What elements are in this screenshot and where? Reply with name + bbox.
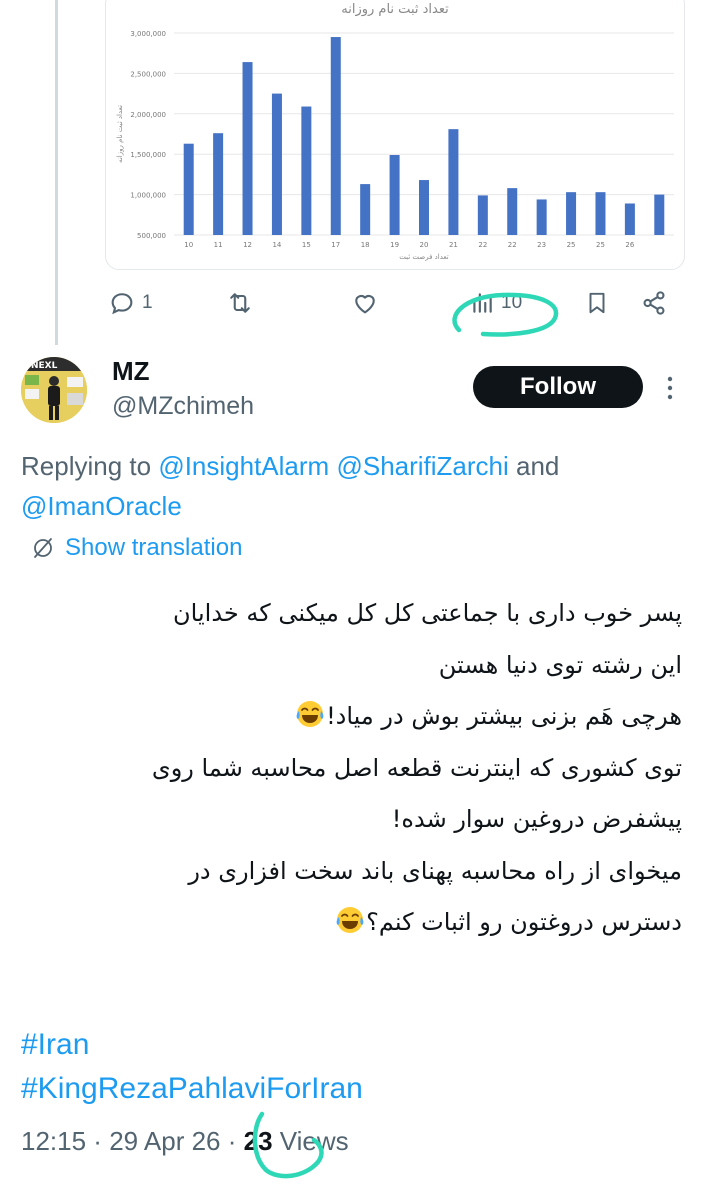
- bar: [595, 192, 606, 235]
- bar: [536, 199, 547, 235]
- tweet-line: توی کشوری که اینترنت قطعه اصل محاسبه شما…: [151, 753, 682, 782]
- bar-chart: تعداد ثبت نام روزانه 3,000,000 2,500,000 2,…: [116, 2, 674, 261]
- y-tick-label: 1,500,000: [130, 151, 166, 159]
- svg-text:NEXL: NEXL: [31, 361, 58, 371]
- x-tick-label: 18: [361, 241, 370, 249]
- laugh-emoji: [296, 701, 324, 727]
- x-tick-label: 21: [449, 241, 458, 249]
- reply-icon: [111, 293, 133, 315]
- x-tick-label: 12: [243, 241, 252, 249]
- x-axis-label: تعداد فرصت ثبت: [399, 253, 449, 261]
- bar: [624, 203, 635, 235]
- bar: [360, 184, 371, 235]
- x-tick-label: 22: [508, 241, 517, 249]
- show-translation-link[interactable]: Show translation: [31, 534, 242, 562]
- bar: [213, 133, 224, 235]
- y-tick-label: 2,000,000: [130, 111, 166, 119]
- translate-icon: [34, 538, 52, 558]
- bar: [330, 37, 341, 235]
- tweet-line-text: دسترس دروغتون رو اثبات کنم؟: [366, 908, 682, 936]
- tweet-date[interactable]: 29 Apr 26: [109, 1126, 220, 1156]
- tweet-line: میخوای از راه محاسبه پهنای باند سخت افزا…: [188, 856, 682, 885]
- bar: [301, 106, 312, 235]
- mention-sharifizarchi[interactable]: @SharifiZarchi: [336, 451, 508, 481]
- reply-button[interactable]: 1: [108, 286, 153, 320]
- y-axis-label: تعداد ثبت نام روزانه: [116, 105, 124, 163]
- replying-to: Replying to @InsightAlarm @SharifiZarchi…: [21, 446, 681, 526]
- more-icon[interactable]: [664, 373, 676, 403]
- mention-insightalarm[interactable]: @InsightAlarm: [158, 451, 329, 481]
- bar: [389, 155, 400, 235]
- tweet-line: این رشته توی دنیا هستن: [438, 650, 682, 679]
- x-tick-label: 19: [390, 241, 399, 249]
- replying-prefix: Replying to: [21, 451, 159, 481]
- y-tick-label: 2,500,000: [130, 70, 166, 78]
- x-tick-label: 11: [214, 241, 223, 249]
- hashtag-kingrezapahlavi[interactable]: #KingRezaPahlaviForIran: [21, 1072, 363, 1106]
- like-button[interactable]: [351, 286, 379, 320]
- tweet-line: دسترس دروغتون رو اثبات کنم؟: [2, 897, 682, 949]
- user-handle[interactable]: @MZchimeh: [112, 392, 254, 421]
- x-tick-label: 17: [331, 241, 340, 249]
- bar: [419, 180, 429, 235]
- x-tick-label: 26: [625, 241, 634, 249]
- tweet-line: پیشفرض دروغین سوار شده!: [391, 805, 682, 833]
- bar: [477, 195, 488, 235]
- retweet-button[interactable]: [226, 286, 254, 320]
- x-tick-label: 15: [302, 241, 311, 249]
- y-tick-label: 3,000,000: [130, 30, 166, 38]
- y-tick-label: 1,000,000: [130, 192, 166, 200]
- bar: [271, 93, 282, 235]
- x-tick-label: 25: [596, 241, 605, 249]
- annotation-ellipse: [452, 292, 559, 337]
- avatar[interactable]: NEXL: [21, 357, 87, 423]
- like-icon: [355, 294, 375, 314]
- hashtag-iran[interactable]: #Iran: [21, 1028, 89, 1062]
- tweet-line: هرچی هَم بزنی بیشتر بوش در میاد!: [2, 691, 682, 743]
- bar: [507, 188, 518, 235]
- x-tick-label: 22: [478, 241, 487, 249]
- bookmark-icon: [589, 292, 605, 314]
- thread-line: [55, 0, 58, 345]
- tweet-line: پسر خوب داری با جماعتی کل کل میکنی که خد…: [173, 599, 682, 627]
- replying-and: and: [508, 451, 560, 481]
- retweet-icon: [230, 293, 250, 313]
- bar: [183, 143, 194, 235]
- share-icon: [643, 291, 665, 315]
- tweet-text: پسر خوب داری با جماعتی کل کل میکنی که خد…: [2, 588, 682, 949]
- chart-title: تعداد ثبت نام روزانه: [341, 2, 449, 17]
- bar: [242, 62, 253, 235]
- user-name[interactable]: MZ: [112, 356, 150, 387]
- reply-count: 1: [142, 292, 153, 313]
- x-tick-label: 14: [272, 241, 281, 249]
- laugh-emoji: [336, 907, 364, 933]
- tweet-line-text: هرچی هَم بزنی بیشتر بوش در میاد!: [326, 702, 682, 730]
- share-button[interactable]: [640, 286, 668, 320]
- x-tick-label: 20: [420, 241, 429, 249]
- follow-button[interactable]: Follow: [473, 366, 643, 408]
- tweet-time[interactable]: 12:15: [21, 1126, 86, 1156]
- mention-imanoracle[interactable]: @ImanOracle: [21, 491, 182, 521]
- x-tick-label: 25: [567, 241, 576, 249]
- y-tick-label: 500,000: [137, 232, 166, 240]
- bar: [448, 129, 459, 235]
- bar: [654, 194, 665, 235]
- bar: [566, 192, 577, 235]
- show-translation-label: Show translation: [65, 534, 243, 561]
- bookmark-button[interactable]: [584, 286, 610, 320]
- x-tick-label: 23: [537, 241, 546, 249]
- chart-image[interactable]: تعداد ثبت نام روزانه 3,000,000 2,500,000 2,…: [105, 0, 685, 270]
- x-tick-label: 10: [184, 241, 193, 249]
- annotation-mark: [252, 1111, 324, 1179]
